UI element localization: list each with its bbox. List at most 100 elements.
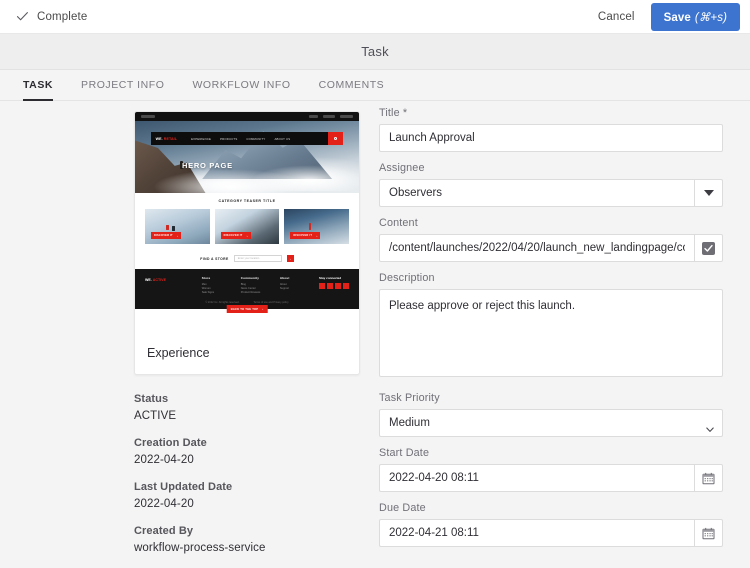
mini-nav-logo: WE. RETAIL — [156, 137, 177, 141]
content-path-input[interactable] — [379, 234, 694, 262]
chevron-right-icon: › — [177, 233, 178, 238]
chevron-right-icon: › — [262, 307, 264, 312]
metadata-value: workflow-process-service — [134, 542, 266, 554]
task-content-area: WE. RETAIL EXPERIENCE PRODUCTS COMMUNITY … — [0, 101, 750, 568]
content-preview-caption: Experience — [147, 346, 210, 360]
field-assignee: Assignee — [379, 162, 723, 207]
mini-store-go-button: › — [286, 255, 294, 262]
metadata-label: Created By — [134, 525, 194, 537]
mini-nav-link-products: PRODUCTS — [220, 136, 238, 141]
task-priority-select[interactable]: Medium — [379, 409, 723, 437]
metadata-creation-date: Creation Date 2022-04-20 — [134, 437, 360, 466]
mini-webpage-mock: WE. RETAIL EXPERIENCE PRODUCTS COMMUNITY … — [135, 112, 359, 314]
mini-util-login — [309, 115, 318, 118]
save-button-label: Save — [663, 11, 691, 24]
save-button[interactable]: Save (⌘+s) — [650, 2, 740, 31]
mini-teaser-cta-label: DISCOVER IT — [223, 234, 243, 237]
start-date-calendar-button[interactable] — [694, 464, 723, 492]
mini-store-label: FIND A STORE — [200, 256, 229, 261]
mini-teaser-title: CATEGORY TEASER TITLE — [218, 199, 276, 203]
content-preview-thumbnail: WE. RETAIL EXPERIENCE PRODUCTS COMMUNITY … — [135, 112, 359, 334]
mini-footer-col-link: Support — [279, 286, 289, 290]
field-start-date: Start Date — [379, 447, 723, 492]
content-picker-button[interactable] — [694, 234, 723, 262]
cancel-button[interactable]: Cancel — [586, 5, 647, 29]
metadata-last-updated-date: Last Updated Date 2022-04-20 — [134, 481, 360, 510]
start-date-input[interactable] — [379, 464, 694, 492]
mini-util-contact — [323, 115, 335, 118]
due-date-calendar-button[interactable] — [694, 519, 723, 547]
mini-footer-social-heading: Stay connected — [319, 276, 342, 280]
description-textarea[interactable]: Please approve or reject this launch. — [379, 289, 723, 377]
mini-hero-cloud-right — [251, 165, 359, 191]
mini-footer-logo-red: ACTIVE — [152, 278, 166, 282]
mini-util-cart — [340, 115, 353, 118]
mini-footer-column-about: About About Support — [280, 276, 319, 291]
mini-nav-link-experience: EXPERIENCE — [191, 136, 212, 141]
mini-nav-link-community: COMMUNITY — [246, 136, 266, 141]
metadata-status: Status ACTIVE — [134, 393, 360, 422]
mini-footer-col-heading: About — [279, 276, 290, 280]
mini-search-icon — [328, 132, 344, 145]
title-label: Title * — [379, 107, 408, 119]
chevron-right-icon: › — [316, 233, 318, 238]
due-date-label: Due Date — [379, 502, 426, 514]
metadata-created-by: Created By workflow-process-service — [134, 525, 360, 554]
field-due-date: Due Date — [379, 502, 723, 547]
mini-teaser-section: CATEGORY TEASER TITLE DISCOVER IT › DISC… — [135, 193, 359, 249]
assignee-input[interactable] — [379, 179, 694, 207]
due-date-input-group — [379, 519, 723, 547]
mini-teaser-cta: DISCOVER IT › — [290, 232, 321, 239]
left-column: WE. RETAIL EXPERIENCE PRODUCTS COMMUNITY … — [134, 111, 360, 568]
chevron-right-icon: › — [246, 233, 248, 238]
tab-task[interactable]: TASK — [9, 79, 67, 101]
field-task-priority: Task Priority Medium — [379, 392, 723, 437]
tab-workflow-info[interactable]: WORKFLOW INFO — [178, 79, 304, 100]
assignee-input-group — [379, 179, 723, 207]
mini-nav-logo-red: RETAIL — [163, 136, 178, 141]
mini-teaser-cta-label: DISCOVER IT — [154, 234, 173, 237]
instagram-icon — [335, 283, 341, 289]
checkmark-icon — [16, 10, 29, 23]
field-title: Title * — [379, 107, 723, 152]
content-input-group — [379, 234, 723, 262]
start-date-label: Start Date — [379, 447, 430, 459]
mini-footer-logo: WE. ACTIVE — [145, 276, 202, 282]
tab-project-info[interactable]: PROJECT INFO — [67, 79, 178, 100]
mini-footer-social-icons — [319, 283, 349, 289]
due-date-input[interactable] — [379, 519, 694, 547]
mini-footer-column-store: Store Men Women Sale Signs — [202, 276, 241, 295]
mini-footer-col-link: Product Reviews — [240, 290, 261, 294]
field-description: Description Please approve or reject thi… — [379, 272, 723, 382]
content-label: Content — [379, 217, 418, 229]
mini-footer-terms: Terms of use and Privacy policy — [253, 301, 289, 305]
description-label: Description — [379, 272, 435, 284]
page-title: Task — [361, 44, 389, 59]
complete-label: Complete — [37, 10, 88, 23]
page-title-bar: Task — [0, 34, 750, 70]
mini-store-input: Enter your location — [233, 255, 282, 262]
assignee-dropdown-button[interactable] — [694, 179, 723, 207]
metadata-value: 2022-04-20 — [134, 454, 194, 466]
content-preview-card[interactable]: WE. RETAIL EXPERIENCE PRODUCTS COMMUNITY … — [134, 111, 360, 375]
task-details-page: Complete Cancel Save (⌘+s) Task TASK PRO… — [0, 0, 750, 568]
task-form: Title * Assignee Content — [379, 107, 723, 557]
metadata-label: Creation Date — [134, 437, 207, 449]
tab-comments[interactable]: COMMENTS — [305, 79, 399, 100]
field-content: Content — [379, 217, 723, 262]
mini-teaser-card: DISCOVER IT › — [145, 209, 210, 244]
assignee-label: Assignee — [379, 162, 425, 174]
complete-button[interactable]: Complete — [10, 6, 93, 27]
start-date-input-group — [379, 464, 723, 492]
chevron-right-icon: › — [289, 256, 291, 261]
facebook-icon — [319, 283, 325, 289]
mini-footer: WE. ACTIVE Store Men Women Sale Signs Com… — [135, 269, 359, 314]
mini-teaser-cta-label: DISCOVER IT — [293, 234, 313, 237]
title-input[interactable] — [379, 124, 723, 152]
mini-footer-legal: © 2022 Inc. All rights reserved. Terms o… — [145, 301, 349, 304]
top-action-bar: Complete Cancel Save (⌘+s) — [0, 0, 750, 34]
task-priority-label: Task Priority — [379, 392, 440, 404]
task-priority-select-wrap: Medium — [379, 409, 723, 437]
metadata-label: Last Updated Date — [134, 481, 233, 493]
metadata-label: Status — [134, 393, 169, 405]
